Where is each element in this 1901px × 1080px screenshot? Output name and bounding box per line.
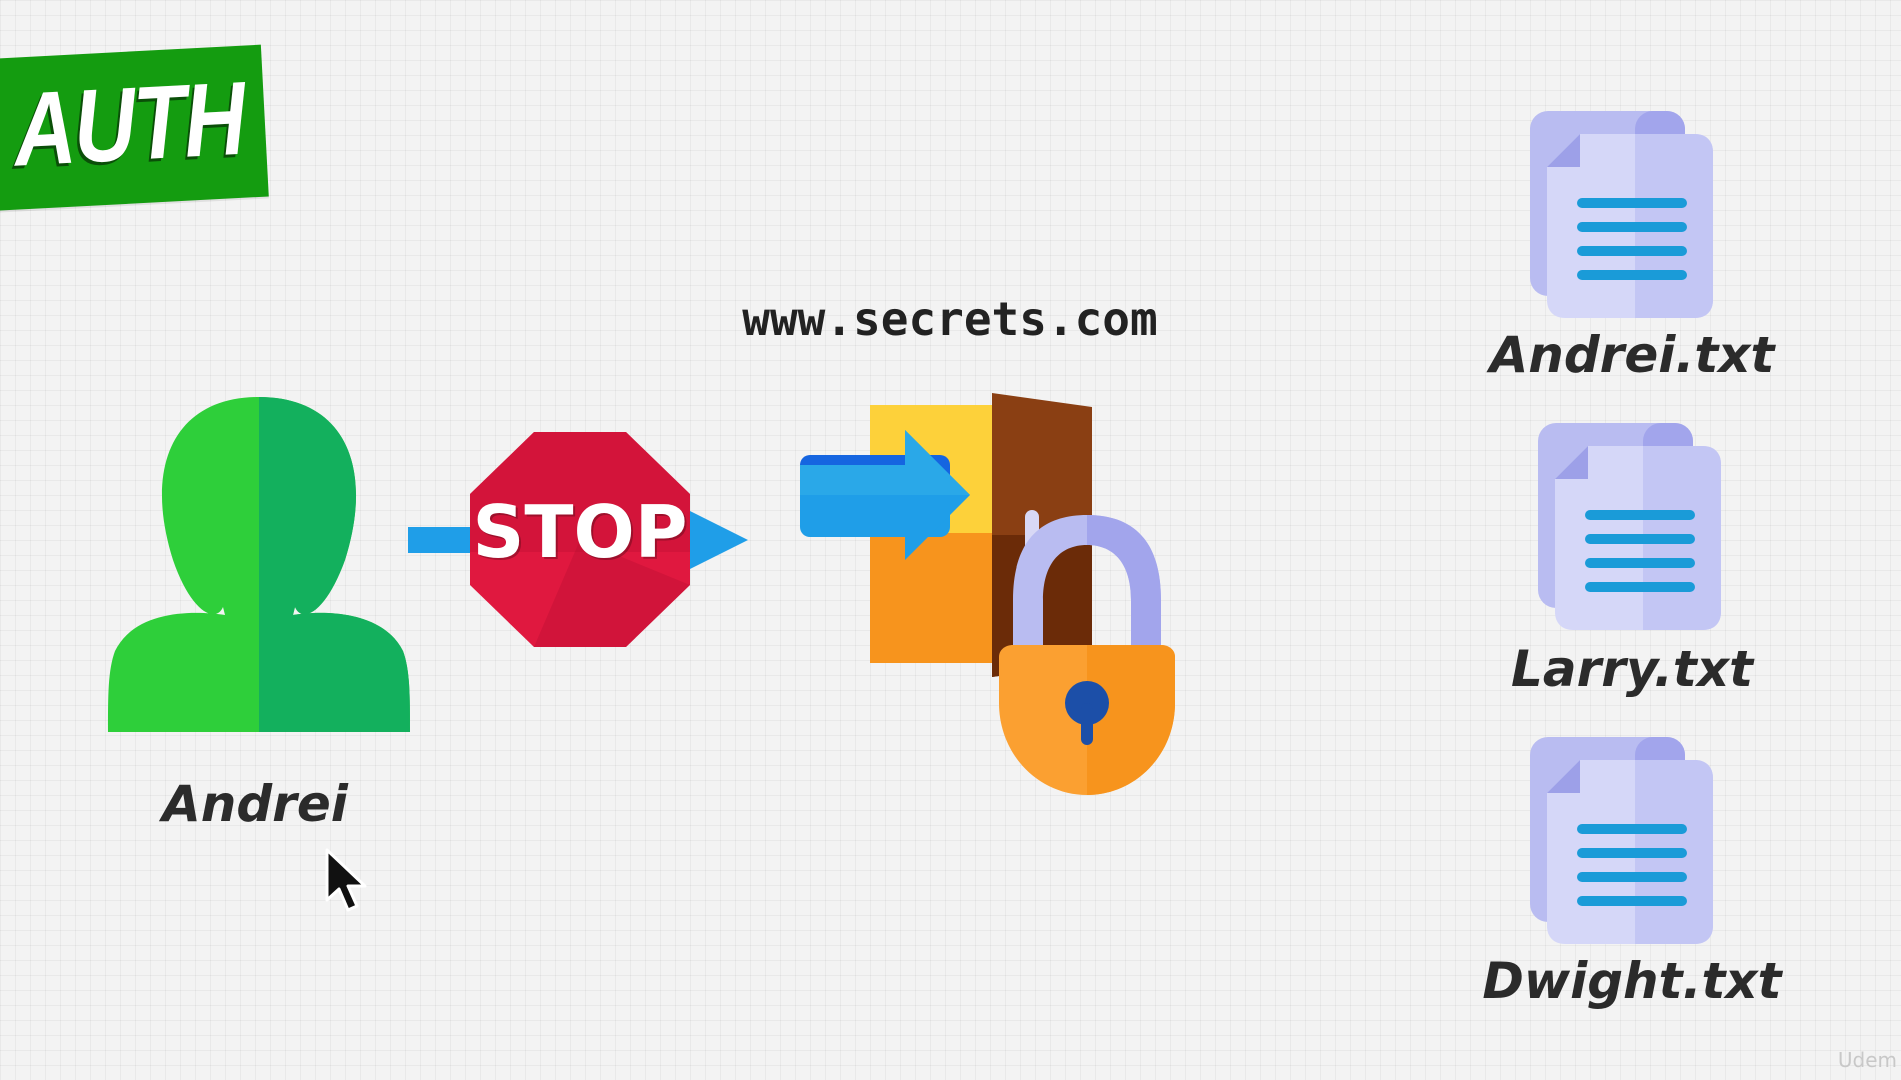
stop-sign: STOP — [470, 432, 690, 647]
site-url: www.secrets.com — [742, 292, 1158, 346]
stop-sign-text: STOP — [472, 490, 688, 574]
auth-title: AUTH — [10, 60, 248, 189]
user-icon — [108, 397, 410, 732]
file-label-andrei: Andrei.txt — [1489, 326, 1775, 384]
file-label-larry: Larry.txt — [1511, 640, 1753, 698]
user-name-label: Andrei — [162, 775, 348, 833]
auth-banner: AUTH — [0, 44, 269, 212]
file-icon-dwight — [1530, 737, 1713, 944]
watermark: Udem — [1837, 1048, 1897, 1072]
mouse-cursor-icon — [325, 848, 367, 912]
file-label-dwight: Dwight.txt — [1482, 952, 1782, 1010]
file-icon-larry — [1538, 423, 1721, 630]
login-door-lock-icon — [800, 393, 1175, 795]
file-icon-andrei — [1530, 111, 1713, 318]
